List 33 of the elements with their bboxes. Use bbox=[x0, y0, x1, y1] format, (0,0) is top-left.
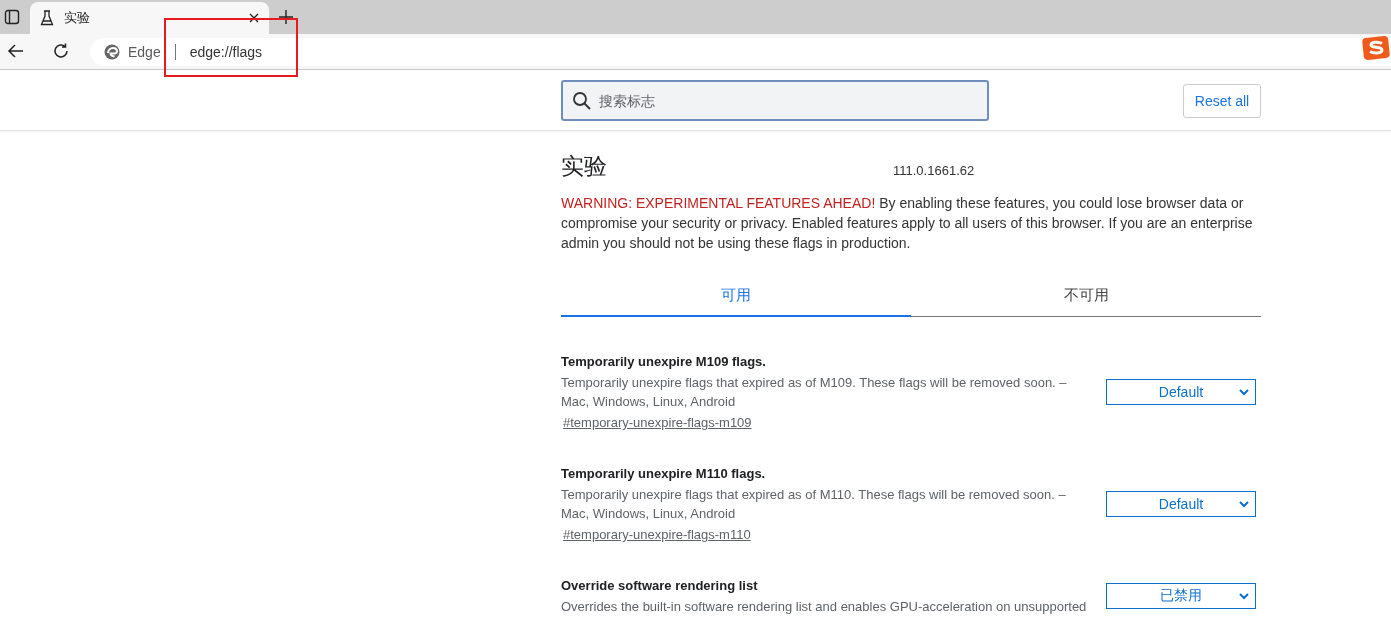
chevron-icon bbox=[1239, 389, 1249, 396]
filter-tab[interactable]: 不可用 bbox=[911, 276, 1261, 317]
flag-dropdown[interactable]: Default bbox=[1106, 491, 1256, 517]
ime-logo-icon[interactable] bbox=[1361, 36, 1391, 60]
browser-tab[interactable]: 实验 bbox=[30, 2, 269, 34]
flag-dropdown[interactable]: Default bbox=[1106, 379, 1256, 405]
filter-tab[interactable]: 可用 bbox=[561, 276, 911, 317]
version-text: 111.0.1661.62 bbox=[893, 162, 975, 178]
flag-title: Override software rendering list bbox=[561, 577, 759, 595]
flag-title: Temporarily unexpire M110 flags. bbox=[561, 465, 767, 483]
tab-actions-icon[interactable] bbox=[4, 9, 20, 25]
new-tab-icon[interactable] bbox=[279, 10, 293, 24]
close-icon[interactable] bbox=[249, 13, 259, 23]
chevron-icon bbox=[1239, 593, 1249, 600]
flag-description: Overrides the built-in software rendering list and enables GPU-acceleration on unsupported bbox=[561, 598, 1088, 616]
back-icon[interactable] bbox=[7, 42, 25, 60]
url-text[interactable]: edge://flags bbox=[189, 43, 263, 60]
edge-logo-icon bbox=[104, 43, 120, 60]
warning-text: WARNING: EXPERIMENTAL FEATURES AHEAD! By enabling these features, you could lose browser data or compromise your security or privacy. Enabled features apply to all users of this browser. If you are an enterprise admin you should not be using these flags in production. bbox=[561, 194, 1254, 253]
flag-title: Temporarily unexpire M109 flags. bbox=[561, 353, 767, 371]
site-label: Edge bbox=[128, 43, 161, 60]
chevron-icon bbox=[1239, 501, 1249, 508]
search-icon bbox=[572, 91, 592, 111]
search-field[interactable]: 搜索标志 bbox=[561, 80, 989, 121]
flag-dropdown[interactable]: 已禁用 bbox=[1106, 583, 1256, 609]
flask-icon bbox=[40, 10, 54, 26]
refresh-icon[interactable] bbox=[52, 42, 70, 60]
page-title: 实验 bbox=[561, 151, 608, 181]
reset-all-button[interactable]: Reset all bbox=[1183, 83, 1261, 118]
flag-link[interactable]: #temporary-unexpire-flags-m110 bbox=[563, 525, 751, 544]
flag-description: Temporarily unexpire flags that expired as of M110. These flags will be removed soon. – Mac, Windows, Linux, Android bbox=[561, 486, 1067, 523]
flag-link[interactable]: #temporary-unexpire-flags-m109 bbox=[563, 413, 752, 432]
flag-description: Temporarily unexpire flags that expired as of M109. These flags will be removed soon. – Mac, Windows, Linux, Android bbox=[561, 374, 1068, 411]
